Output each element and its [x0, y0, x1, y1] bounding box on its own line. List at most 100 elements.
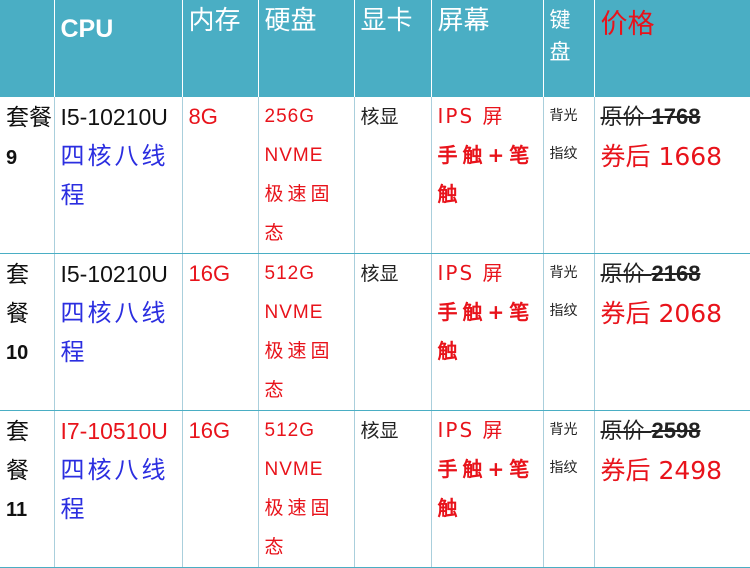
- disk-type-line1: 极速固: [264, 497, 334, 519]
- price-cell: 原价 1768 券后 1668: [594, 97, 750, 254]
- memory-cell: 16G: [182, 410, 259, 568]
- package-cell: 套 餐 11: [0, 410, 55, 568]
- memory-value: 8G: [188, 104, 218, 129]
- disk-capacity: 256G: [264, 106, 315, 127]
- keyboard-fingerprint: 指纹: [549, 303, 578, 319]
- cpu-model: I5-10210U: [60, 104, 168, 130]
- memory-cell: 16G: [182, 253, 259, 411]
- keyboard-backlight: 背光: [549, 108, 578, 124]
- package-number: 9: [6, 147, 18, 169]
- original-price-label: 原价: [600, 262, 652, 287]
- package-label-line2: 餐: [6, 301, 29, 327]
- disk-type-line1: 极速固: [264, 340, 334, 362]
- keyboard-backlight: 背光: [549, 265, 578, 281]
- screen-panel: IPS 屏: [437, 418, 505, 442]
- package-number: 11: [6, 499, 28, 521]
- header-keyboard-line2: 盘: [549, 40, 571, 64]
- disk-capacity: 512G: [264, 263, 315, 284]
- keyboard-fingerprint: 指纹: [549, 146, 578, 162]
- keyboard-cell: 背光 指纹: [543, 410, 595, 568]
- gpu-value: 核显: [360, 263, 399, 285]
- gpu-cell: 核显: [354, 97, 432, 254]
- original-price: 原价 1768: [601, 97, 747, 138]
- screen-touch-line2: 触: [437, 496, 463, 520]
- package-label-line1: 套: [6, 419, 29, 445]
- cpu-desc-line2: 程: [60, 338, 88, 366]
- header-cpu: CPU: [54, 0, 183, 97]
- disk-type-line2: 态: [264, 222, 288, 244]
- gpu-cell: 核显: [354, 253, 432, 411]
- table-row: 套 餐 10 I5-10210U 四核八线 程 16G 512G NVME 极速…: [0, 253, 750, 411]
- gpu-value: 核显: [360, 420, 399, 442]
- cpu-desc-line2: 程: [60, 495, 88, 523]
- package-label-line1: 套: [6, 262, 29, 288]
- screen-touch-line2: 触: [437, 339, 463, 363]
- original-price: 原价 2168: [601, 254, 747, 295]
- screen-cell: IPS 屏 手触+笔 触: [431, 97, 544, 254]
- package-label: 套餐: [6, 105, 52, 131]
- header-screen: 屏幕: [431, 0, 544, 97]
- memory-cell: 8G: [182, 97, 259, 254]
- screen-touch-line1: 手触+笔: [437, 457, 535, 481]
- screen-cell: IPS 屏 手触+笔 触: [431, 410, 544, 568]
- keyboard-cell: 背光 指纹: [543, 253, 595, 411]
- cpu-model: I5-10210U: [60, 261, 168, 287]
- keyboard-backlight: 背光: [549, 422, 578, 438]
- header-package: [0, 0, 55, 97]
- header-gpu: 显卡: [354, 0, 432, 97]
- package-number: 10: [6, 342, 29, 364]
- keyboard-cell: 背光 指纹: [543, 97, 595, 254]
- header-row: CPU 内存 硬盘 显卡 屏幕 键 盘 价格: [0, 0, 750, 97]
- disk-type-line1: 极速固: [264, 183, 334, 205]
- disk-type-line2: 态: [264, 379, 288, 401]
- disk-interface: NVME: [264, 459, 324, 480]
- cpu-desc-line1: 四核八线: [60, 142, 169, 170]
- original-price: 原价 2598: [601, 411, 747, 452]
- table-header: CPU 内存 硬盘 显卡 屏幕 键 盘 价格: [0, 0, 750, 97]
- screen-panel: IPS 屏: [437, 104, 505, 128]
- header-price: 价格: [594, 0, 750, 97]
- disk-capacity: 512G: [264, 420, 315, 441]
- package-label-line2: 餐: [6, 458, 29, 484]
- disk-type-line2: 态: [264, 536, 288, 558]
- disk-interface: NVME: [264, 302, 324, 323]
- package-cell: 套 餐 10: [0, 253, 55, 411]
- coupon-price: 券后 2498: [600, 456, 723, 485]
- header-memory: 内存: [182, 0, 259, 97]
- gpu-cell: 核显: [354, 410, 432, 568]
- cpu-cell: I5-10210U 四核八线 程: [54, 253, 183, 411]
- package-cell: 套餐 9: [0, 97, 55, 254]
- original-price-value: 1768: [651, 104, 701, 129]
- screen-panel: IPS 屏: [437, 261, 505, 285]
- cpu-model: I7-10510U: [60, 418, 168, 444]
- price-cell: 原价 2168 券后 2068: [594, 253, 750, 411]
- header-keyboard-line1: 键: [549, 8, 571, 32]
- cpu-desc-line2: 程: [60, 181, 88, 209]
- coupon-price: 券后 2068: [600, 299, 723, 328]
- header-disk: 硬盘: [258, 0, 355, 97]
- gpu-value: 核显: [360, 106, 399, 128]
- original-price-value: 2598: [651, 418, 701, 443]
- original-price-label: 原价: [600, 105, 652, 130]
- screen-touch-line1: 手触+笔: [437, 300, 535, 324]
- laptop-config-table: CPU 内存 硬盘 显卡 屏幕 键 盘 价格 套餐9 I5-10210U 四核八…: [0, 0, 750, 568]
- original-price-value: 2168: [651, 261, 701, 286]
- keyboard-fingerprint: 指纹: [549, 460, 578, 476]
- screen-touch-line1: 手触+笔: [437, 143, 535, 167]
- table-row: 套餐9 I5-10210U 四核八线 程 8G 256G NVME 极速固 态 …: [0, 97, 750, 254]
- price-cell: 原价 2598 券后 2498: [594, 410, 750, 568]
- header-keyboard: 键 盘: [543, 0, 595, 97]
- cpu-cell: I7-10510U 四核八线 程: [54, 410, 183, 568]
- original-price-label: 原价: [600, 419, 652, 444]
- disk-interface: NVME: [264, 145, 324, 166]
- cpu-cell: I5-10210U 四核八线 程: [54, 97, 183, 254]
- memory-value: 16G: [188, 261, 231, 286]
- disk-cell: 512G NVME 极速固 态: [258, 253, 355, 411]
- cpu-desc-line1: 四核八线: [60, 456, 169, 484]
- disk-cell: 512G NVME 极速固 态: [258, 410, 355, 568]
- table-row: 套 餐 11 I7-10510U 四核八线 程 16G 512G NVME 极速…: [0, 410, 750, 568]
- cpu-desc-line1: 四核八线: [60, 299, 169, 327]
- coupon-price: 券后 1668: [600, 142, 723, 171]
- disk-cell: 256G NVME 极速固 态: [258, 97, 355, 254]
- screen-touch-line2: 触: [437, 182, 463, 206]
